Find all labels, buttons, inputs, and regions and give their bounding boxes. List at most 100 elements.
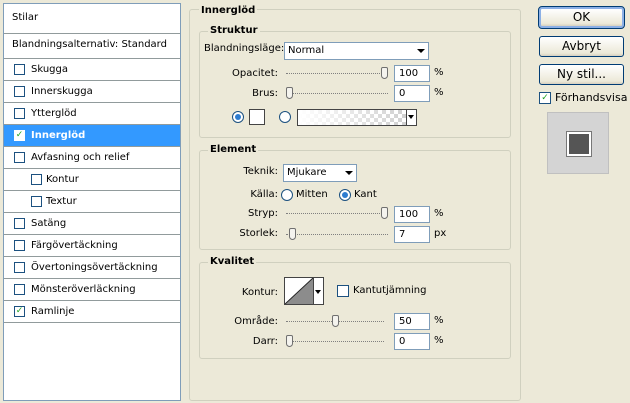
preview-checkbox[interactable]: ✓ (539, 92, 551, 104)
style-item[interactable]: ✓ Ramlinje (4, 301, 180, 323)
style-item[interactable]: Textur (4, 191, 180, 213)
style-item[interactable]: Skugga (4, 59, 180, 81)
style-item-label: Avfasning och relief (31, 152, 130, 163)
source-center-label[interactable]: Mitten (296, 189, 328, 200)
new-style-button[interactable]: Ny stil... (539, 64, 624, 85)
style-item-checkbox[interactable] (31, 174, 42, 185)
style-item-label: Mönsteröverläckning (31, 284, 136, 295)
blending-options-item[interactable]: Blandningsalternativ: Standard (4, 34, 180, 59)
style-preview (547, 112, 609, 174)
style-item[interactable]: Avfasning och relief (4, 147, 180, 169)
style-item-checkbox[interactable] (14, 218, 25, 229)
slider-track (286, 73, 388, 74)
size-slider[interactable] (286, 228, 388, 240)
choke-unit: % (434, 208, 444, 219)
cancel-button[interactable]: Avbryt (539, 36, 624, 57)
size-input[interactable]: 7 (394, 226, 430, 243)
style-item-label: Kontur (46, 174, 79, 185)
noise-input[interactable]: 0 (394, 85, 430, 102)
style-item-checkbox[interactable] (14, 64, 25, 75)
style-item[interactable]: Ytterglöd (4, 103, 180, 125)
style-item-label: Skugga (31, 64, 68, 75)
source-center-radio[interactable] (281, 189, 293, 201)
ok-button[interactable]: OK (538, 6, 625, 29)
style-item[interactable]: Övertoningsövertäckning (4, 257, 180, 279)
style-item-checkbox[interactable] (14, 262, 25, 273)
jitter-label: Darr: (252, 336, 278, 347)
noise-slider[interactable] (286, 87, 388, 99)
range-unit: % (434, 315, 444, 326)
color-radio[interactable] (232, 111, 244, 123)
style-item[interactable]: Innerskugga (4, 81, 180, 103)
style-item-checkbox[interactable] (14, 240, 25, 251)
opacity-label: Opacitet: (232, 68, 278, 79)
gradient-radio[interactable] (279, 111, 291, 123)
range-label: Område: (234, 316, 278, 327)
choke-slider[interactable] (286, 207, 388, 219)
blend-mode-label: Blandningsläge: (204, 43, 285, 54)
style-item[interactable]: Kontur (4, 169, 180, 191)
gradient-picker[interactable] (297, 109, 417, 126)
style-item-label: Färgövertäckning (31, 240, 118, 251)
style-item-checkbox[interactable]: ✓ (14, 306, 25, 317)
antialias-label[interactable]: Kantutjämning (353, 285, 426, 296)
chevron-down-icon (345, 171, 353, 175)
source-label: Källa: (250, 189, 278, 200)
elements-title: Element (208, 144, 259, 155)
opacity-slider[interactable] (286, 67, 388, 79)
noise-slider-thumb[interactable] (286, 87, 293, 99)
opacity-input[interactable]: 100 (394, 65, 430, 82)
style-item[interactable]: Färgövertäckning (4, 235, 180, 257)
jitter-input[interactable]: 0 (394, 333, 430, 350)
contour-label: Kontur: (241, 287, 278, 298)
contour-dropdown[interactable] (314, 277, 324, 305)
antialias-checkbox[interactable] (337, 285, 349, 297)
opacity-slider-thumb[interactable] (381, 67, 388, 79)
style-item-checkbox[interactable] (31, 196, 42, 207)
glow-color-swatch[interactable] (249, 109, 265, 125)
preview-label[interactable]: Förhandsvisa (555, 91, 627, 104)
slider-track (286, 93, 388, 94)
styles-header[interactable]: Stilar (4, 4, 180, 34)
technique-select[interactable]: Mjukare (283, 164, 357, 182)
style-item-label: Ramlinje (31, 306, 75, 317)
source-edge-radio[interactable] (339, 189, 351, 201)
size-slider-thumb[interactable] (289, 228, 296, 240)
contour-curve-icon (285, 278, 313, 304)
style-items: Skugga Innerskugga Ytterglöd ✓ Innerglöd Avfa… (4, 59, 180, 323)
chevron-down-icon (417, 49, 425, 53)
jitter-slider[interactable] (286, 335, 384, 347)
jitter-slider-thumb[interactable] (286, 335, 293, 347)
style-item[interactable]: Satäng (4, 213, 180, 235)
style-item[interactable]: Mönsteröverläckning (4, 279, 180, 301)
range-input[interactable]: 50 (394, 313, 430, 330)
chevron-down-icon[interactable] (406, 110, 416, 125)
style-item-checkbox[interactable] (14, 284, 25, 295)
structure-group: Struktur Blandningsläge: Normal Opacitet… (199, 25, 511, 138)
source-edge-label[interactable]: Kant (354, 189, 377, 200)
panel-title: Innerglöd (199, 5, 258, 16)
opacity-unit: % (434, 67, 444, 78)
elements-group: Element Teknik: Mjukare Källa: Mitten Ka… (199, 144, 511, 250)
range-slider-thumb[interactable] (332, 315, 339, 327)
preview-square (567, 132, 591, 156)
blend-mode-select[interactable]: Normal (284, 42, 429, 60)
style-item-checkbox[interactable]: ✓ (14, 130, 25, 141)
style-item-label: Övertoningsövertäckning (31, 262, 158, 273)
style-item-checkbox[interactable] (14, 86, 25, 97)
range-slider[interactable] (286, 315, 384, 327)
style-item[interactable]: ✓ Innerglöd (4, 125, 180, 147)
structure-title: Struktur (208, 25, 260, 36)
quality-group: Kvalitet Kontur: Kantutjämning Område: 5… (199, 256, 511, 359)
style-item-label: Innerskugga (31, 86, 93, 97)
choke-input[interactable]: 100 (394, 206, 430, 223)
style-item-checkbox[interactable] (14, 108, 25, 119)
noise-unit: % (434, 87, 444, 98)
style-item-label: Innerglöd (31, 130, 86, 141)
style-item-checkbox[interactable] (14, 152, 25, 163)
contour-preview[interactable] (284, 277, 314, 305)
style-item-label: Textur (46, 196, 77, 207)
noise-label: Brus: (252, 88, 278, 99)
size-label: Storlek: (239, 228, 278, 239)
choke-slider-thumb[interactable] (381, 207, 388, 219)
